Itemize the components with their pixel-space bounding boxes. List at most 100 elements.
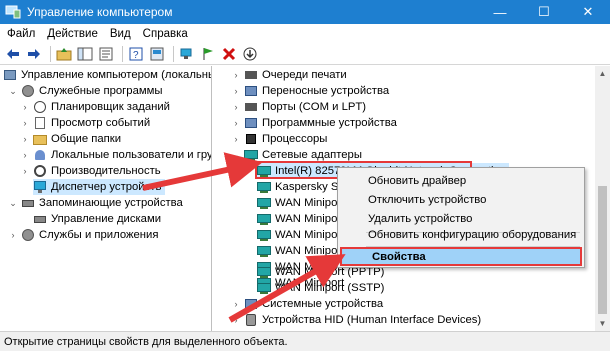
device-label: Переносные устройства xyxy=(262,85,390,97)
device-label: WAN Miniport xyxy=(275,197,345,209)
device-wan-miniport-sstp[interactable]: WAN Miniport (SSTP) xyxy=(257,280,384,296)
update-driver-icon[interactable] xyxy=(241,45,259,63)
tree-item-label: Производительность xyxy=(51,165,161,177)
up-folder-icon[interactable] xyxy=(55,45,73,63)
device-label: WAN Miniport xyxy=(275,245,345,257)
chevron-right-icon[interactable]: › xyxy=(231,99,241,115)
chevron-right-icon[interactable]: › xyxy=(20,163,30,179)
back-arrow-icon[interactable] xyxy=(4,45,22,63)
menu-action[interactable]: Действие xyxy=(41,28,104,40)
device-wan-miniport[interactable]: WAN Miniport xyxy=(257,243,344,259)
tree-item-local-users[interactable]: › Локальные пользователи и группы xyxy=(20,147,212,163)
device-category-ports[interactable]: › Порты (COM и LPT) xyxy=(231,99,367,115)
chevron-right-icon[interactable]: › xyxy=(231,83,241,99)
chevron-down-icon[interactable]: ⌄ xyxy=(8,195,18,211)
uninstall-icon[interactable] xyxy=(220,45,238,63)
network-card-icon xyxy=(257,212,271,226)
chevron-right-icon[interactable]: › xyxy=(231,115,241,131)
chevron-down-icon[interactable]: ⌄ xyxy=(231,147,241,163)
device-label: WAN Miniport xyxy=(275,229,345,241)
device-wan-miniport[interactable]: WAN Miniport xyxy=(257,227,344,243)
tree-item-system-tools[interactable]: ⌄ Служебные программы xyxy=(8,83,163,99)
chevron-down-icon[interactable]: ⌄ xyxy=(8,83,18,99)
performance-icon xyxy=(33,164,47,178)
chevron-right-icon[interactable]: › xyxy=(20,147,30,163)
chevron-right-icon[interactable]: › xyxy=(231,312,241,328)
tree-item-computer-management[interactable]: Управление компьютером (локальным) xyxy=(3,67,212,83)
device-category-print-queues[interactable]: › Очереди печати xyxy=(231,67,347,83)
network-card-icon xyxy=(257,281,271,295)
network-card-icon xyxy=(257,180,271,194)
close-button[interactable]: ✕ xyxy=(566,0,610,24)
device-category-system-devices[interactable]: › Системные устройства xyxy=(231,296,384,312)
device-category-processors[interactable]: › Процессоры xyxy=(231,131,328,147)
menu-bar: Файл Действие Вид Справка xyxy=(0,24,610,43)
help-icon[interactable]: ? xyxy=(127,45,145,63)
network-card-icon xyxy=(257,265,271,279)
tree-item-task-scheduler[interactable]: › Планировщик заданий xyxy=(20,99,170,115)
chevron-right-icon[interactable]: › xyxy=(231,131,241,147)
device-wan-miniport[interactable]: WAN Miniport xyxy=(257,211,344,227)
scroll-up-arrow-icon[interactable]: ▲ xyxy=(595,66,610,81)
minimize-button[interactable]: — xyxy=(478,0,522,24)
menu-view[interactable]: Вид xyxy=(104,28,137,40)
scrollbar-thumb[interactable] xyxy=(598,186,607,314)
scan-hardware-icon[interactable] xyxy=(178,45,196,63)
tree-item-performance[interactable]: › Производительность xyxy=(20,163,161,179)
chevron-right-icon[interactable]: › xyxy=(20,131,30,147)
storage-icon xyxy=(21,196,35,210)
context-menu: Обновить драйвер Отключить устройство Уд… xyxy=(337,167,585,268)
tree-item-label: Просмотр событий xyxy=(51,117,151,129)
menu-file[interactable]: Файл xyxy=(0,28,41,40)
show-tree-icon[interactable] xyxy=(76,45,94,63)
chevron-right-icon[interactable]: › xyxy=(231,67,241,83)
device-category-software[interactable]: › Программные устройства xyxy=(231,115,397,131)
scroll-down-arrow-icon[interactable]: ▼ xyxy=(595,316,610,331)
console-icon[interactable] xyxy=(148,45,166,63)
forward-arrow-icon[interactable] xyxy=(25,45,43,63)
maximize-button[interactable]: ☐ xyxy=(522,0,566,24)
tree-item-event-viewer[interactable]: › Просмотр событий xyxy=(20,115,150,131)
device-label: Устройства HID (Human Interface Devices) xyxy=(262,314,482,326)
device-label: Программные устройства xyxy=(262,117,397,129)
device-wan-miniport[interactable]: WAN Miniport xyxy=(257,195,344,211)
event-log-icon xyxy=(33,116,47,130)
device-category-hid[interactable]: › Устройства HID (Human Interface Device… xyxy=(231,312,481,328)
tree-item-storage[interactable]: ⌄ Запоминающие устройства xyxy=(8,195,183,211)
tree-item-services-apps[interactable]: › Службы и приложения xyxy=(8,227,158,243)
toolbar: ? xyxy=(0,43,610,65)
computer-management-window: Управление компьютером — ☐ ✕ Файл Действ… xyxy=(0,0,610,351)
status-text: Открытие страницы свойств для выделенног… xyxy=(4,335,288,348)
vertical-scrollbar[interactable]: ▲ ▼ xyxy=(595,66,610,331)
tree-item-disk-management[interactable]: Управление дисками xyxy=(33,211,161,227)
port-icon xyxy=(244,100,258,114)
network-card-icon xyxy=(257,196,271,210)
hid-icon xyxy=(244,313,258,327)
properties-icon[interactable] xyxy=(97,45,115,63)
chevron-right-icon[interactable]: › xyxy=(8,227,18,243)
navigation-tree: Управление компьютером (локальным) ⌄ Слу… xyxy=(0,66,212,331)
tree-item-label: Диспетчер устройств xyxy=(51,181,162,193)
menu-help[interactable]: Справка xyxy=(137,28,194,40)
network-adapter-icon xyxy=(244,148,258,162)
context-menu-update-driver[interactable]: Обновить драйвер xyxy=(338,171,584,190)
tree-item-label: Управление компьютером (локальным) xyxy=(21,69,212,81)
tree-item-shared-folders[interactable]: › Общие папки xyxy=(20,131,121,147)
chevron-right-icon[interactable]: › xyxy=(20,99,30,115)
flag-icon[interactable] xyxy=(199,45,217,63)
title-bar: Управление компьютером — ☐ ✕ xyxy=(0,0,610,24)
system-device-icon xyxy=(244,297,258,311)
context-menu-properties[interactable]: Свойства xyxy=(340,247,582,266)
context-menu-disable-device[interactable]: Отключить устройство xyxy=(338,190,584,209)
context-menu-scan-hardware[interactable]: Обновить конфигурацию оборудования xyxy=(338,225,584,244)
tree-item-label: Запоминающие устройства xyxy=(39,197,183,209)
chevron-right-icon[interactable]: › xyxy=(231,296,241,312)
device-label: Сетевые адаптеры xyxy=(262,149,362,161)
device-label: Очереди печати xyxy=(262,69,347,81)
cpu-icon xyxy=(244,132,258,146)
chevron-right-icon[interactable]: › xyxy=(20,115,30,131)
computer-mgmt-icon xyxy=(3,68,17,82)
tree-item-device-manager[interactable]: Диспетчер устройств xyxy=(33,179,166,195)
device-category-portable[interactable]: › Переносные устройства xyxy=(231,83,390,99)
device-label: WAN Miniport xyxy=(275,213,345,225)
